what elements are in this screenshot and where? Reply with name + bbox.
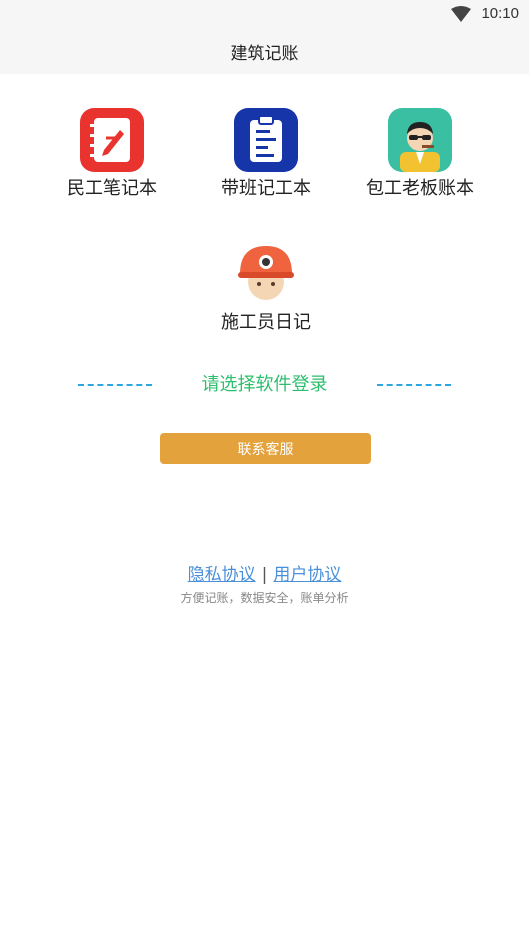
privacy-policy-link[interactable]: 隐私协议 [188, 565, 256, 585]
status-time: 10:10 [481, 5, 519, 22]
boss-avatar-icon [388, 108, 452, 172]
worker-helmet-icon [234, 242, 298, 306]
right-dashed-divider [377, 384, 451, 386]
page-title: 建筑记账 [230, 43, 299, 64]
app-label: 带班记工本 [221, 178, 311, 199]
app-label: 民工笔记本 [67, 178, 157, 199]
app-tile-boss-ledger[interactable]: 包工老板账本 [340, 108, 500, 200]
login-prompt: 请选择软件登录 [201, 374, 328, 395]
wifi-icon [451, 6, 471, 26]
user-agreement-link[interactable]: 用户协议 [273, 565, 341, 585]
tagline: 方便记账，数据安全，账单分析 [180, 591, 349, 605]
link-separator: | [261, 565, 268, 585]
notebook-pen-icon [80, 108, 144, 172]
agreement-links: 隐私协议 | 用户协议 [0, 560, 529, 585]
app-label: 包工老板账本 [366, 178, 474, 199]
app-bar: 建筑记账 [0, 28, 529, 74]
contact-service-button[interactable]: 联系客服 [160, 433, 371, 464]
status-bar: 10:10 [0, 0, 529, 28]
app-tile-worker-notebook[interactable]: 民工笔记本 [32, 108, 192, 200]
app-tile-construction-diary[interactable]: 施工员日记 [186, 242, 346, 334]
app-tile-team-work-log[interactable]: 带班记工本 [186, 108, 346, 200]
app-label: 施工员日记 [221, 312, 311, 333]
clipboard-icon [234, 108, 298, 172]
